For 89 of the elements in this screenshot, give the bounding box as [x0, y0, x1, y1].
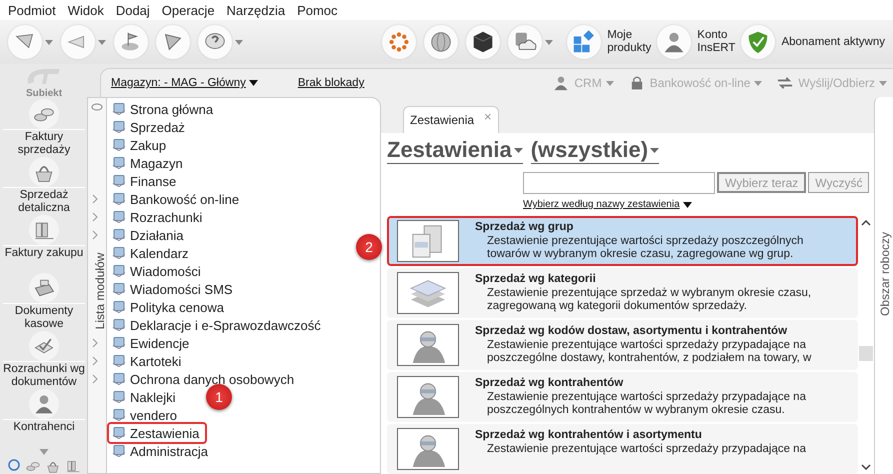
sidebar-icon[interactable] [29, 389, 59, 419]
scrollbar-thumb[interactable] [859, 346, 873, 361]
module-icon [112, 228, 126, 242]
panel-title: Obszar roboczy [878, 230, 892, 318]
search-field[interactable] [523, 172, 715, 194]
type-dropdown[interactable]: Zestawienia [387, 137, 523, 164]
report-title: Sprzedaż wg grup [475, 221, 574, 233]
sidebar-icon[interactable] [29, 331, 59, 361]
sidebar-icon[interactable] [29, 215, 59, 245]
sidebar-item[interactable]: Dokumenty kasowe [3, 303, 85, 331]
panel-title: Lista modułów [93, 252, 107, 332]
report-title: Sprzedaż wg kontrahentów [475, 377, 624, 389]
search-mode-link[interactable]: Wybierz według nazwy zestawienia [523, 199, 692, 210]
report-item[interactable]: Sprzedaż wg kontrahentów i asortymentu Zestawienie prezentujące wartości sprzedaży przypadające na [387, 424, 858, 474]
sidebar-icon[interactable] [29, 99, 59, 129]
warehouse-link[interactable]: Magazyn: - MAG - Główny [111, 77, 258, 89]
report-title: Sprzedaż wg kategorii [475, 273, 597, 285]
report-description: Zestawienie prezentujące wartości sprzedaży przypadające na [487, 443, 806, 456]
module-icon [112, 444, 126, 458]
report-title: Sprzedaż wg kontrahentów i asortymentu [475, 429, 703, 441]
module-icon [112, 138, 126, 152]
tab[interactable]: Zestawienia × [403, 106, 499, 133]
chevron-icon[interactable] [91, 338, 99, 348]
module-icon [112, 246, 126, 260]
lock-link[interactable]: Brak blokady [298, 77, 364, 89]
module-icon [112, 210, 126, 224]
menu-item[interactable]: Operacje [162, 2, 215, 18]
module-icon [112, 192, 126, 206]
chevron-icon[interactable] [91, 356, 99, 366]
scroll-down-icon[interactable] [861, 464, 871, 470]
module-icon [112, 390, 126, 404]
module-icon [112, 156, 126, 170]
report-item[interactable]: Sprzedaż wg kodów dostaw, asortymentu i kontrahentów Zestawienie prezentujące wartości sprzedaży przypadające na poszczególne dostawy, kontrahentów, z podziałem na towary, w [387, 320, 858, 370]
chevron-icon[interactable] [91, 212, 99, 222]
sidebar-icon[interactable] [29, 273, 59, 303]
toolbar-button[interactable] [156, 25, 190, 59]
report-description: Zestawienie prezentujące wartości sprzedaży poszczególnych towarów w wybranym okresie czasu, zagregowane wg grup. [487, 235, 804, 261]
toolbar-label[interactable]: Konto InsERT [697, 29, 736, 55]
report-icon [397, 220, 459, 262]
menu-item[interactable]: Dodaj [116, 2, 150, 18]
module-icon [112, 282, 126, 296]
callout-badge: 2 [356, 234, 382, 260]
menu-item[interactable]: Podmiot [8, 2, 56, 18]
menu-item[interactable]: Widok [68, 2, 104, 18]
toolbar-button[interactable] [466, 25, 500, 59]
binders-icon[interactable] [65, 458, 81, 474]
pin-icon[interactable] [91, 102, 103, 112]
menu-item[interactable]: Narzędzia [226, 2, 286, 18]
module-icon [112, 426, 126, 440]
report-description: Zestawienie prezentujące wartości sprzedaży przypadające na poszczególnych kontrahentów w wybranym okresie czasu. [487, 391, 806, 417]
filter-dropdown[interactable]: (wszystkie) [530, 137, 660, 164]
chevron-icon[interactable] [91, 374, 99, 384]
report-title: Sprzedaż wg kodów dostaw, asortymentu i kontrahentów [475, 325, 788, 337]
module-item[interactable]: Zestawienia [107, 422, 208, 444]
report-description: Zestawienie prezentujące sprzedaż w wybranym okresie czasu, zagregowaną wg kategorii dokumentów sprzedaży. [487, 287, 812, 313]
report-item[interactable]: Sprzedaż wg grup Zestawienie prezentujące wartości sprzedaży poszczególnych towarów w wybranym okresie czasu, zagregowane wg grup. [387, 216, 858, 266]
module-icon [112, 102, 126, 116]
caret-icon[interactable] [682, 202, 692, 208]
sidebar-item[interactable]: Faktury zakupu [3, 245, 85, 273]
report-item[interactable]: Sprzedaż wg kategorii Zestawienie prezentujące sprzedaż w wybranym okresie czasu, zagregowaną wg kategorii dokumentów sprzedaży. [387, 268, 858, 318]
chevron-icon[interactable] [91, 230, 99, 240]
module-icon [112, 264, 126, 278]
module-icon [112, 408, 126, 422]
sidebar-item[interactable]: Sprzedaż detaliczna [3, 187, 85, 215]
scroll-up-icon[interactable] [861, 220, 871, 226]
caret-icon[interactable] [248, 80, 258, 86]
report-description: Zestawienie prezentujące wartości sprzedaży przypadające na poszczególne dostawy, kontrahentów, z podziałem na towary, w [487, 339, 812, 365]
report-item[interactable]: Sprzedaż wg kontrahentów Zestawienie prezentujące wartości sprzedaży przypadające na poszczególnych kontrahentów w wybranym okresie czasu. [387, 372, 858, 422]
toolbar-label[interactable]: Abonament aktywny [781, 36, 885, 48]
toolbar-label[interactable]: Moje produkty [607, 29, 652, 55]
sidebar-item[interactable]: Rozrachunki wg dokumentów [3, 361, 85, 389]
module-icon [112, 372, 126, 386]
logo-text: Subiekt [26, 88, 62, 99]
module-icon [112, 336, 126, 350]
report-icon [397, 428, 459, 470]
module-icon [112, 354, 126, 368]
sidebar-item[interactable]: Faktury sprzedaży [3, 129, 85, 157]
module-icon [112, 120, 126, 134]
module-icon [112, 318, 126, 332]
sidebar-icon[interactable] [29, 157, 59, 187]
module-icon [112, 300, 126, 314]
menu-item[interactable]: Pomoc [297, 2, 338, 18]
report-icon [397, 376, 459, 418]
sidebar-item[interactable]: Kontrahenci [3, 419, 85, 447]
circle-icon[interactable] [7, 458, 21, 472]
chevron-icon[interactable] [91, 194, 99, 204]
report-icon [397, 324, 459, 366]
module-icon [112, 174, 126, 188]
report-icon [397, 272, 459, 314]
